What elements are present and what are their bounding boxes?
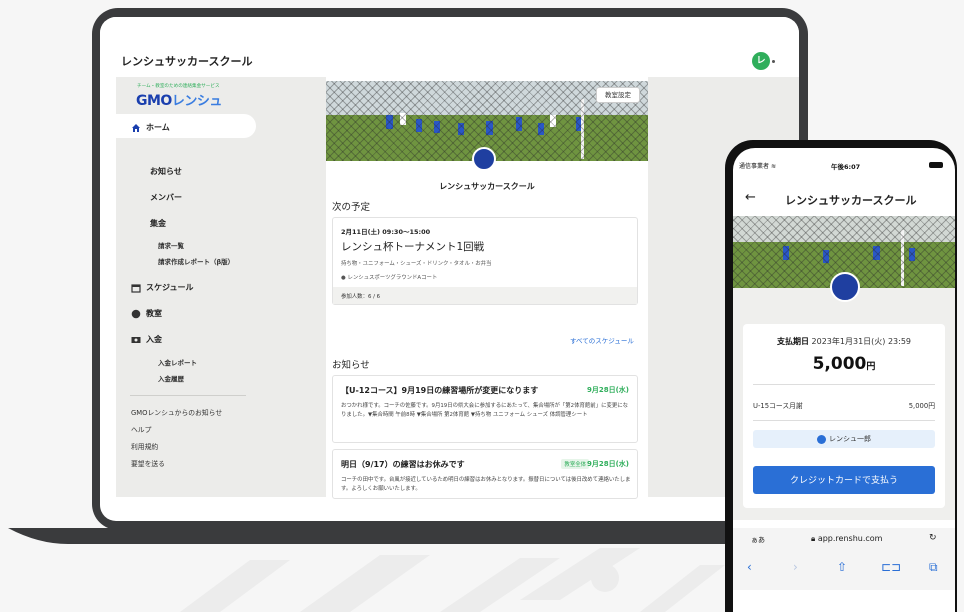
account-menu-dot-icon[interactable] [772, 60, 775, 63]
text-size-button[interactable]: ぁあ [751, 535, 765, 545]
status-carrier: 通信事業者 ≋ [739, 161, 776, 170]
phone-nav-bar: ← レンシュサッカースクール [733, 184, 955, 214]
browser-url-bar[interactable]: ぁあ 🔒︎ app.renshu.com ↻ [733, 528, 955, 552]
battery-icon [929, 162, 943, 168]
news-card[interactable]: 明日（9/17）の練習はお休みです 教室全体 9月28日(水) コーチの田中です… [332, 449, 638, 499]
news-body: おつかれ様です。コーチの佐藤です。9月19日の県大会に参加するにあたって、集合場… [341, 403, 629, 418]
sidebar-item-label: 教室 [146, 309, 162, 318]
status-time: 午後6:07 [831, 163, 861, 171]
event-date: 2月11日(土) 09:30～15:00 [341, 228, 431, 236]
money-icon [131, 336, 141, 343]
news-card[interactable]: 【U-12コース】9月19日の練習場所が変更になります 9月28日(水) おつか… [332, 375, 638, 443]
next-schedule-heading: 次の予定 [332, 202, 371, 213]
location-pin-icon: ● [341, 275, 346, 281]
news-heading: お知らせ [332, 360, 370, 371]
news-date: 9月28日(水) [586, 386, 629, 394]
payment-item-name: U-15コース月謝 [753, 402, 803, 410]
event-items: 持ち物・ユニフォーム・シューズ・ドリンク・タオル・お弁当 [341, 261, 492, 267]
sidebar-item-deposit-history[interactable]: 入金履歴 [158, 373, 184, 383]
home-icon [132, 123, 140, 132]
amount-value: 5,000 [812, 354, 867, 374]
sidebar-item-members[interactable]: メンバー [150, 192, 182, 203]
team-emblem-icon [472, 147, 496, 171]
reload-icon[interactable]: ↻ [929, 533, 937, 543]
person-icon [817, 434, 826, 444]
wifi-icon: ≋ [770, 163, 776, 170]
news-date: 9月28日(水) [586, 460, 629, 468]
link-terms[interactable]: 利用規約 [131, 441, 158, 451]
payment-item-price: 5,000円 [908, 402, 935, 410]
event-place: ● レンシュスポーツグラウンドAコート [341, 273, 437, 281]
all-schedule-link[interactable]: すべてのスケジュール [570, 335, 634, 345]
bookmarks-icon[interactable]: ⊏⊐ [881, 560, 901, 574]
sidebar-item-classroom[interactable]: 教室 [131, 308, 162, 319]
news-body: コーチの田中です。台風が接近しているため明日の練習はお休みとなります。振替日につ… [341, 477, 631, 492]
brand-gmo: GMO [136, 93, 172, 109]
sidebar-item-billing-list[interactable]: 請求一覧 [158, 240, 184, 250]
browser-toolbar: ‹ › ⇧ ⊏⊐ ⧉ [733, 552, 955, 590]
sidebar: チーム・教室のための連絡集金サービス GMOレンシュ ホーム お知らせ メンバー… [116, 77, 306, 497]
news-tag-badge: 教室全体 [561, 459, 589, 469]
payment-amount: 5,000円 [743, 354, 945, 374]
due-label: 支払期日 [776, 337, 809, 346]
news-title: 【U-12コース】9月19日の練習場所が変更になります [341, 386, 539, 395]
status-bar: 通信事業者 ≋ 午後6:07 [733, 148, 955, 176]
browser-forward-icon[interactable]: › [793, 560, 798, 574]
carrier-label: 通信事業者 [739, 163, 770, 170]
amount-currency: 円 [866, 362, 876, 372]
lock-icon: 🔒︎ [811, 534, 816, 543]
link-help[interactable]: ヘルプ [131, 424, 151, 434]
app-title: レンシュサッカースクール [121, 55, 253, 68]
main-content: 教室設定 レンシュサッカースクール 次の予定 2月11日(土) 09:30～15… [326, 77, 648, 499]
phone-page-title: レンシュサッカースクール [785, 194, 917, 207]
sidebar-item-label: スケジュール [146, 283, 194, 292]
team-emblem-icon [830, 272, 860, 302]
link-gmo-renshu-news[interactable]: GMOレンシュからのお知らせ [131, 407, 222, 417]
pay-by-credit-card-button[interactable]: クレジットカードで支払う [753, 466, 935, 494]
sidebar-divider [130, 395, 246, 396]
member-chip: レンシュ一郎 [753, 430, 935, 448]
payment-due: 支払期日 2023年1月31日(火) 23:59 [743, 336, 945, 347]
sidebar-item-schedule[interactable]: スケジュール [131, 282, 193, 293]
share-icon[interactable]: ⇧ [837, 560, 847, 574]
url-address[interactable]: 🔒︎ app.renshu.com [811, 534, 882, 544]
back-arrow-icon[interactable]: ← [745, 190, 756, 205]
brand-logo[interactable]: GMOレンシュ [136, 90, 222, 109]
browser-back-icon[interactable]: ‹ [747, 560, 752, 574]
phone-screen: 通信事業者 ≋ 午後6:07 ← レンシュサッカースクール 支払期日 2023年… [733, 148, 955, 612]
participant-count: 参加人数：6 / 6 [341, 294, 381, 300]
tabs-icon[interactable]: ⧉ [929, 560, 938, 575]
sidebar-item-home[interactable]: ホーム [131, 122, 170, 133]
sidebar-item-billing-report[interactable]: 請求作成レポート（β版） [158, 256, 234, 266]
event-title: レンシュ杯トーナメント1回戦 [341, 241, 485, 253]
ball-icon [131, 309, 141, 318]
sidebar-item-billing[interactable]: 集金 [150, 218, 166, 229]
news-title: 明日（9/17）の練習はお休みです [341, 460, 465, 469]
due-date: 2023年1月31日(火) 23:59 [811, 337, 911, 346]
event-card[interactable]: 2月11日(土) 09:30～15:00 レンシュ杯トーナメント1回戦 持ち物・… [332, 217, 638, 305]
link-send-feedback[interactable]: 要望を送る [131, 458, 165, 468]
member-name: レンシュ一郎 [829, 435, 871, 443]
sidebar-item-deposit[interactable]: 入金 [131, 334, 162, 345]
calendar-icon [131, 283, 141, 293]
sidebar-item-news[interactable]: お知らせ [150, 166, 182, 177]
sidebar-item-label: ホーム [146, 123, 170, 132]
event-footer: 参加人数：6 / 6 [333, 287, 637, 304]
event-place-label: レンシュスポーツグラウンドAコート [347, 275, 438, 281]
divider [753, 384, 935, 385]
sidebar-item-label: 入金 [146, 335, 162, 344]
classroom-settings-button[interactable]: 教室設定 [596, 87, 640, 103]
brand-tagline: チーム・教室のための連絡集金サービス [137, 84, 220, 89]
divider [753, 420, 935, 421]
team-name: レンシュサッカースクール [439, 182, 535, 191]
laptop-screen: レンシュサッカースクール レ チーム・教室のための連絡集金サービス GMOレンシ… [100, 17, 799, 521]
account-avatar-icon[interactable]: レ [752, 52, 770, 70]
url-text: app.renshu.com [817, 534, 883, 543]
payment-card: 支払期日 2023年1月31日(火) 23:59 5,000円 U-15コース月… [743, 324, 945, 508]
sidebar-item-deposit-report[interactable]: 入金レポート [158, 357, 197, 367]
app-header: レンシュサッカースクール レ [100, 17, 799, 75]
brand-renshu: レンシュ [171, 94, 223, 109]
